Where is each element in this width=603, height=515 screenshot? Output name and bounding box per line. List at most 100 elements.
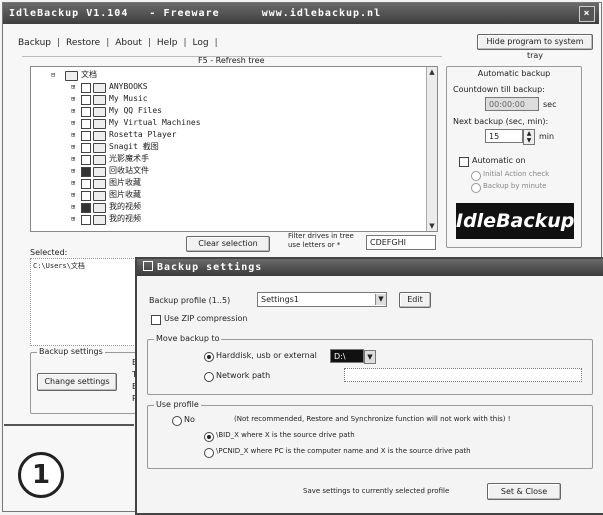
folder-icon xyxy=(93,95,106,105)
use-profile-legend: Use profile xyxy=(154,400,201,409)
auto-backup-title: Automatic backup xyxy=(477,69,551,78)
tree-item-label: 我的视频 xyxy=(109,214,141,223)
spinner-icon[interactable]: ▲ ▼ xyxy=(523,129,535,145)
expand-icon[interactable]: ⊞ xyxy=(71,189,79,201)
tree-root-label: 文档 xyxy=(81,70,97,79)
folder-icon xyxy=(93,119,106,129)
expand-icon[interactable]: ⊞ xyxy=(71,153,79,165)
expand-icon[interactable]: ⊞ xyxy=(71,105,79,117)
tree-checkbox[interactable] xyxy=(81,155,91,165)
network-label: Network path xyxy=(216,371,271,380)
tree-checkbox[interactable] xyxy=(81,143,91,153)
countdown-label: Countdown till backup: xyxy=(453,85,545,94)
tree-checkbox[interactable] xyxy=(81,179,91,189)
tree-checkbox-checked[interactable] xyxy=(81,203,91,213)
chevron-down-icon[interactable]: ▼ xyxy=(375,294,386,305)
expand-icon[interactable]: ⊞ xyxy=(71,129,79,141)
tree-item-label: Snagit 截图 xyxy=(109,142,159,151)
collapse-icon[interactable]: ⊟ xyxy=(51,69,59,81)
expand-icon[interactable]: ⊞ xyxy=(71,81,79,93)
backup-settings-dialog: Backup settings Backup profile (1..5) Se… xyxy=(135,257,603,515)
refresh-hint: F5 - Refresh tree xyxy=(198,56,265,65)
next-backup-input[interactable]: 15 xyxy=(485,129,523,143)
tree-item-label: 回收站文件 xyxy=(109,166,149,175)
dialog-title-bar: Backup settings xyxy=(137,259,603,276)
tree-checkbox[interactable] xyxy=(81,95,91,105)
profile-pcnid-radio[interactable] xyxy=(204,448,214,458)
expand-icon[interactable]: ⊞ xyxy=(71,201,79,213)
close-icon[interactable]: × xyxy=(579,6,595,22)
expand-icon[interactable]: ⊞ xyxy=(71,141,79,153)
profile-bid-radio[interactable] xyxy=(204,432,214,442)
tab-backup[interactable]: Backup xyxy=(18,38,51,48)
zip-checkbox[interactable] xyxy=(151,315,161,325)
expand-icon[interactable]: ⊞ xyxy=(71,93,79,105)
by-minute-radio[interactable] xyxy=(471,183,481,193)
expand-icon[interactable]: ⊞ xyxy=(71,213,79,225)
selected-label: Selected: xyxy=(30,248,68,257)
filter-drives-label: Filter drives in tree use letters or * xyxy=(288,232,354,249)
scroll-up-icon[interactable]: ▲ xyxy=(427,67,437,77)
folder-icon xyxy=(93,215,106,225)
network-radio[interactable] xyxy=(204,372,214,382)
chevron-down-icon[interactable]: ▼ xyxy=(364,350,376,364)
expand-icon[interactable]: ⊞ xyxy=(71,165,79,177)
tab-restore[interactable]: Restore xyxy=(66,38,100,48)
expand-icon[interactable]: ⊞ xyxy=(71,117,79,129)
tab-log[interactable]: Log xyxy=(192,38,208,48)
folder-icon xyxy=(93,107,106,117)
initial-check-radio[interactable] xyxy=(471,171,481,181)
scroll-down-icon[interactable]: ▼ xyxy=(427,221,437,231)
automatic-on-label: Automatic on xyxy=(472,156,526,165)
expand-icon[interactable]: ⊞ xyxy=(71,177,79,189)
profile-no-radio[interactable] xyxy=(172,416,182,426)
folder-icon xyxy=(93,155,106,165)
selected-list[interactable]: C:\Users\文档 xyxy=(30,258,142,346)
backup-settings-legend: Backup settings xyxy=(37,347,105,356)
clear-selection-button[interactable]: Clear selection xyxy=(186,236,270,252)
folder-icon xyxy=(65,71,78,81)
folder-tree[interactable]: ⊟ 文档 ⊞ ANYBOOKS ⊞ My Music ⊞ My QQ Files ⊞ M… xyxy=(30,66,438,232)
tree-scrollbar[interactable]: ▲ ▼ xyxy=(426,67,437,231)
countdown-unit: sec xyxy=(543,100,557,109)
countdown-display: 00:00:00 xyxy=(485,97,539,111)
tab-divider: | xyxy=(214,38,218,48)
change-settings-button[interactable]: Change settings xyxy=(37,373,117,391)
set-close-button[interactable]: Set & Close xyxy=(487,483,561,500)
tree-checkbox[interactable] xyxy=(81,107,91,117)
drive-select[interactable]: D:\ xyxy=(330,349,364,363)
edit-button[interactable]: Edit xyxy=(399,292,431,308)
tab-bar: Backup | Restore | About | Help | Log | xyxy=(18,38,224,52)
harddisk-label: Harddisk, usb or external xyxy=(216,351,317,360)
folder-icon xyxy=(93,167,106,177)
profile-bid-label: \BID_X where X is the source drive path xyxy=(216,431,355,439)
network-path-input[interactable] xyxy=(344,368,582,382)
tree-checkbox[interactable] xyxy=(81,191,91,201)
tree-item-label: My QQ Files xyxy=(109,106,162,115)
title-bar: IdleBackup V1.104 - Freeware www.idlebac… xyxy=(3,3,599,24)
tree-item-label: My Virtual Machines xyxy=(109,118,201,127)
tree-checkbox[interactable] xyxy=(81,215,91,225)
profile-no-label: No xyxy=(184,415,195,424)
tab-divider: | xyxy=(183,38,187,48)
harddisk-radio[interactable] xyxy=(204,352,214,362)
tree-item-label: 图片收藏 xyxy=(109,190,141,199)
tree-checkbox[interactable] xyxy=(81,83,91,93)
step-number-badge: 1 xyxy=(18,452,64,498)
folder-icon xyxy=(93,191,106,201)
hide-to-tray-button[interactable]: Hide program to system tray xyxy=(477,34,593,60)
tree-checkbox-checked[interactable] xyxy=(81,167,91,177)
tab-underline xyxy=(22,56,442,57)
divider xyxy=(4,424,134,426)
tab-about[interactable]: About xyxy=(115,38,142,48)
selected-item: C:\Users\文档 xyxy=(33,262,85,270)
tree-item-label: My Music xyxy=(109,94,148,103)
filter-drives-input[interactable]: CDEFGHI xyxy=(366,235,436,250)
tree-checkbox[interactable] xyxy=(81,119,91,129)
app-icon xyxy=(143,261,153,271)
tab-help[interactable]: Help xyxy=(157,38,178,48)
profile-select[interactable]: Settings1 xyxy=(257,292,387,307)
tree-item-label: Rosetta Player xyxy=(109,130,177,139)
tree-checkbox[interactable] xyxy=(81,131,91,141)
automatic-on-checkbox[interactable] xyxy=(459,157,469,167)
